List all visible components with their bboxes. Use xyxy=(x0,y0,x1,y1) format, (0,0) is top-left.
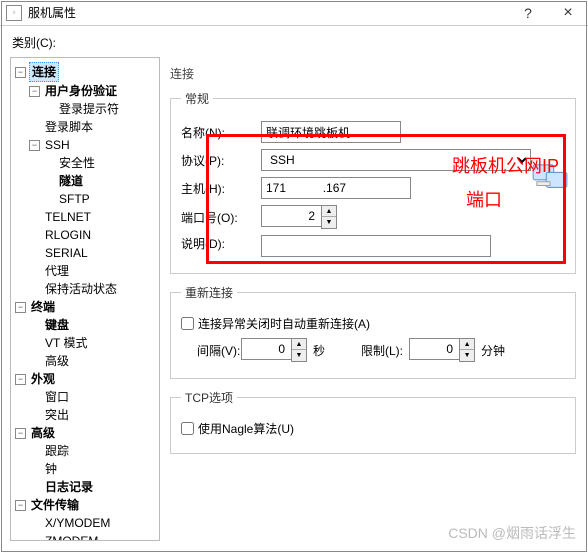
protocol-label: 协议(P): xyxy=(181,152,261,169)
computer-icon xyxy=(531,163,569,193)
seconds-label: 秒 xyxy=(313,342,325,359)
limit-spinner[interactable]: ▲▼ xyxy=(459,338,475,362)
desc-label: 说明(D): xyxy=(181,235,261,252)
tree-telnet[interactable]: TELNET xyxy=(29,208,157,226)
tree-zmodem[interactable]: ZMODEM xyxy=(29,532,157,541)
tcp-group: TCP选项 使用Nagle算法(U) xyxy=(170,389,576,454)
tree-tunnel[interactable]: 隧道 xyxy=(43,172,157,190)
tree-keepalive[interactable]: 保持活动状态 xyxy=(29,280,157,298)
category-tree[interactable]: −连接 −用户身份验证 登录提示符 登录脚本 −SSH 安全性 隧道 SFTP xyxy=(10,57,160,541)
tree-rlogin[interactable]: RLOGIN xyxy=(29,226,157,244)
section-title: 连接 xyxy=(170,65,576,82)
tree-xymodem[interactable]: X/YMODEM xyxy=(29,514,157,532)
window-title: 服机属性 xyxy=(28,4,508,21)
app-icon: ▫ xyxy=(6,5,22,21)
tree-keyboard[interactable]: 键盘 xyxy=(29,316,157,334)
category-label: 类别(C): xyxy=(12,34,578,51)
desc-textarea[interactable] xyxy=(261,235,491,257)
tree-auth[interactable]: −用户身份验证 xyxy=(29,82,157,100)
auto-reconnect-checkbox[interactable] xyxy=(181,317,194,330)
name-input[interactable] xyxy=(261,121,401,143)
tree-ssh[interactable]: −SSH xyxy=(29,136,157,154)
spin-down-icon[interactable]: ▼ xyxy=(292,350,306,361)
auto-reconnect-label: 连接异常关闭时自动重新连接(A) xyxy=(198,315,370,332)
limit-input[interactable] xyxy=(409,338,459,360)
tree-serial[interactable]: SERIAL xyxy=(29,244,157,262)
tree-highlight[interactable]: 突出 xyxy=(29,406,157,424)
name-label: 名称(N): xyxy=(181,124,261,141)
tree-login-script[interactable]: 登录脚本 xyxy=(29,118,157,136)
spin-up-icon[interactable]: ▲ xyxy=(292,339,306,350)
watermark: CSDN @烟雨话浮生 xyxy=(448,523,576,543)
tree-sftp[interactable]: SFTP xyxy=(43,190,157,208)
general-group: 常规 名称(N): 协议(P): SSH 主机(H): 端口号(O): ▲▼ xyxy=(170,90,576,274)
host-input[interactable] xyxy=(261,177,411,199)
reconnect-legend: 重新连接 xyxy=(181,284,237,301)
nagle-label: 使用Nagle算法(U) xyxy=(198,420,294,437)
interval-label: 间隔(V): xyxy=(181,342,241,359)
tree-logging[interactable]: 日志记录 xyxy=(29,478,157,496)
close-button[interactable]: × xyxy=(548,0,588,26)
interval-input[interactable] xyxy=(241,338,291,360)
tree-appearance[interactable]: −外观 xyxy=(15,370,157,388)
form-pane: 连接 常规 名称(N): 协议(P): SSH 主机(H): 端口号(O): xyxy=(168,57,578,541)
spin-up-icon[interactable]: ▲ xyxy=(322,206,336,217)
content: 类别(C): −连接 −用户身份验证 登录提示符 登录脚本 −SSH 安全性 隧… xyxy=(0,26,588,551)
tree-filetransfer[interactable]: −文件传输 xyxy=(15,496,157,514)
tcp-legend: TCP选项 xyxy=(181,389,237,406)
general-legend: 常规 xyxy=(181,90,213,107)
tree-advanced[interactable]: 高级 xyxy=(29,352,157,370)
port-input[interactable] xyxy=(261,205,321,227)
tree-bell[interactable]: 钟 xyxy=(29,460,157,478)
limit-label: 限制(L): xyxy=(361,342,403,359)
tree-vtmode[interactable]: VT 模式 xyxy=(29,334,157,352)
host-label: 主机(H): xyxy=(181,180,261,197)
tree-terminal[interactable]: −终端 xyxy=(15,298,157,316)
protocol-select[interactable]: SSH xyxy=(261,149,531,171)
help-button[interactable]: ? xyxy=(508,0,548,26)
panes: −连接 −用户身份验证 登录提示符 登录脚本 −SSH 安全性 隧道 SFTP xyxy=(10,57,578,541)
tree-security[interactable]: 安全性 xyxy=(43,154,157,172)
minutes-label: 分钟 xyxy=(481,342,505,359)
tree-proxy[interactable]: 代理 xyxy=(29,262,157,280)
tree-window[interactable]: 窗口 xyxy=(29,388,157,406)
reconnect-group: 重新连接 连接异常关闭时自动重新连接(A) 间隔(V): ▲▼ 秒 限制(L): xyxy=(170,284,576,379)
nagle-checkbox[interactable] xyxy=(181,422,194,435)
tree-trace[interactable]: 跟踪 xyxy=(29,442,157,460)
titlebar: ▫ 服机属性 ? × xyxy=(0,0,588,26)
titlebar-buttons: ? × xyxy=(508,0,588,26)
spin-down-icon[interactable]: ▼ xyxy=(322,217,336,228)
port-label: 端口号(O): xyxy=(181,209,261,226)
spin-up-icon[interactable]: ▲ xyxy=(460,339,474,350)
spin-down-icon[interactable]: ▼ xyxy=(460,350,474,361)
interval-spinner[interactable]: ▲▼ xyxy=(291,338,307,362)
tree-login-prompt[interactable]: 登录提示符 xyxy=(43,100,157,118)
tree-connection[interactable]: −连接 xyxy=(15,62,157,82)
port-spinner[interactable]: ▲▼ xyxy=(321,205,337,229)
tree-advanced2[interactable]: −高级 xyxy=(15,424,157,442)
